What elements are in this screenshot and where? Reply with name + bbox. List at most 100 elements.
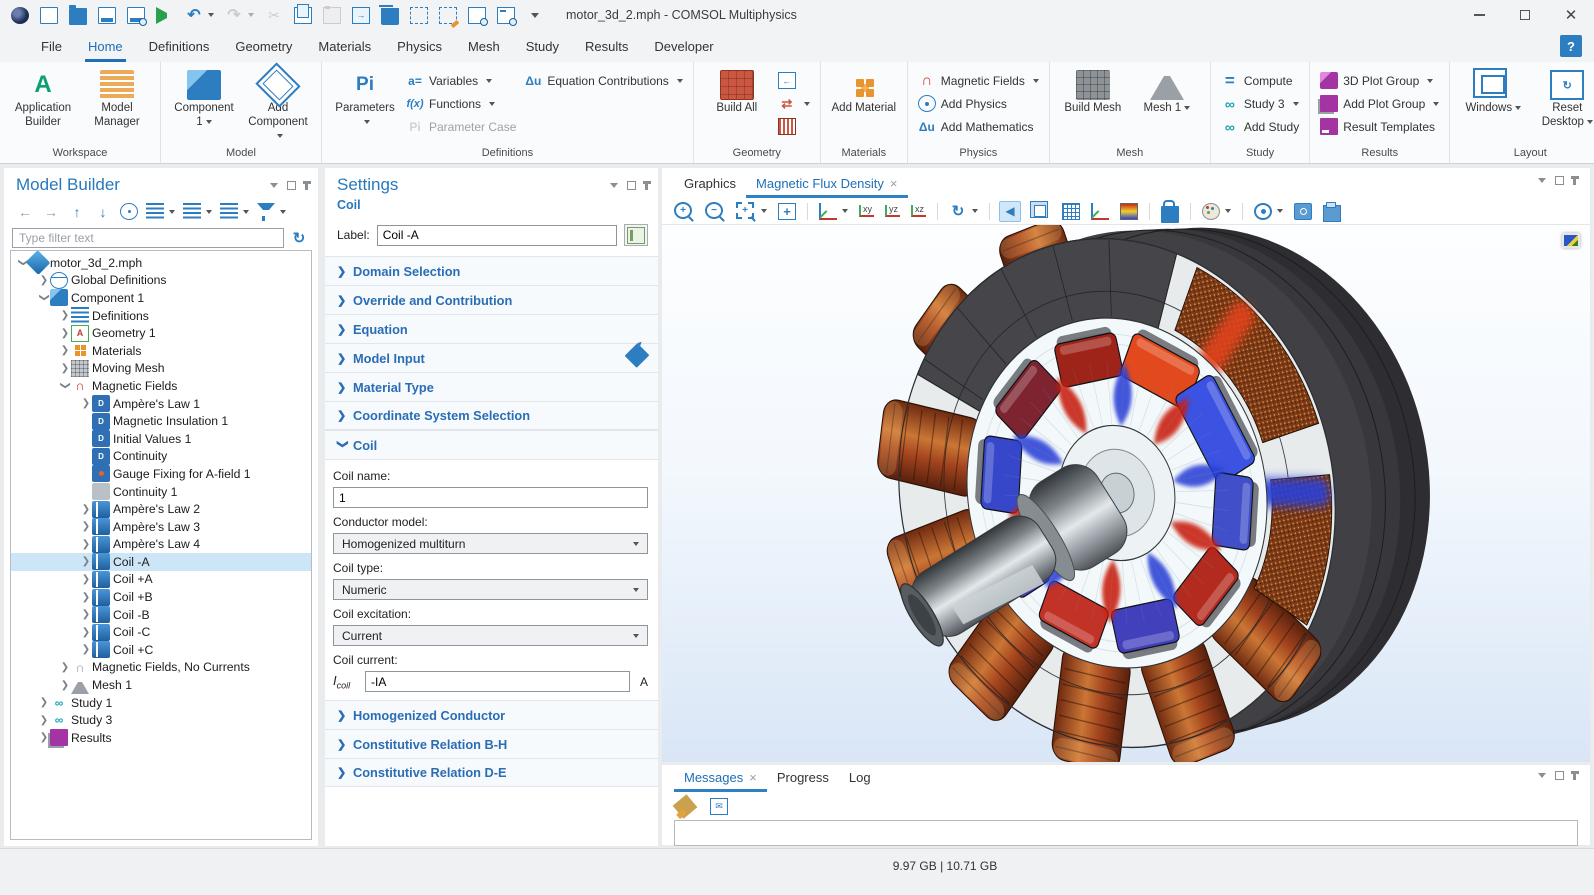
tab-progress[interactable]: Progress [767,763,839,792]
add-mathematics-button[interactable]: Add Mathematics [918,117,1039,136]
panel-float-icon[interactable] [287,181,296,190]
save-button[interactable] [97,4,117,26]
parameter-case-button[interactable]: Parameter Case [406,117,516,136]
study-3-button[interactable]: Study 3 [1221,94,1299,113]
tree-item-gauge-fixing-for-a-field-1[interactable]: Gauge Fixing for A-field 1 [11,465,311,483]
panel-float-icon[interactable] [627,181,636,190]
print-button[interactable] [1321,199,1343,224]
section-constitutive-relation-b-h[interactable]: ❯Constitutive Relation B-H [325,729,658,758]
tab-magnetic-flux-density[interactable]: Magnetic Flux Density× [746,169,907,198]
more-commands-button[interactable] [525,4,545,26]
grid-button[interactable] [1060,201,1082,222]
section-material-type[interactable]: ❯Material Type [325,372,658,401]
tree-item-coil-a[interactable]: ❯Coil +A [11,571,311,589]
duplicate-button[interactable] [351,4,371,26]
parameters-button[interactable]: Parameters [332,66,398,130]
filter-button[interactable] [257,203,286,220]
tree-item-geometry-1[interactable]: ❯Geometry 1 [11,324,311,342]
tree-chevron-icon[interactable]: ❯ [80,539,92,550]
tree-item-mesh-1[interactable]: ❯Mesh 1 [11,676,311,694]
rebuild-button[interactable] [778,94,810,113]
zoom-box-button[interactable] [734,202,769,221]
tree-item-magnetic-fields-no-currents[interactable]: ❯Magnetic Fields, No Currents [11,659,311,677]
tree-item-amp-re-s-law-2[interactable]: ❯Ampère's Law 2 [11,500,311,518]
add-material-button[interactable]: Add Material [831,66,897,116]
insert-sequence-button[interactable] [778,71,810,90]
section-domain-selection[interactable]: ❯Domain Selection [325,256,658,285]
tree-item-component-1[interactable]: ❯Component 1 [11,289,311,307]
3d-plot-group-button[interactable]: 3D Plot Group [1320,71,1439,90]
tree-item-continuity-1[interactable]: Continuity 1 [11,483,311,501]
nav-back-button[interactable] [16,203,34,220]
zoom-out-button[interactable] [703,202,727,221]
menu-developer[interactable]: Developer [641,30,726,62]
build-all-button[interactable]: Build All [704,66,770,116]
tree-item-moving-mesh[interactable]: ❯Moving Mesh [11,360,311,378]
menu-results[interactable]: Results [572,30,641,62]
section-homogenized-conductor[interactable]: ❯Homogenized Conductor [325,700,658,729]
new-file-button[interactable] [39,4,59,26]
panel-pin-icon[interactable] [305,181,308,190]
remove-details-button[interactable] [778,117,810,136]
application-builder-button[interactable]: Application Builder [10,66,76,130]
magnetic-fields-button[interactable]: Magnetic Fields [918,71,1039,90]
tree-item-coil-b[interactable]: ❯Coil -B [11,606,311,624]
tree-item-initial-values-1[interactable]: Initial Values 1 [11,430,311,448]
tree-item-amp-re-s-law-3[interactable]: ❯Ampère's Law 3 [11,518,311,536]
save-search-button[interactable] [126,4,146,26]
run-button[interactable] [155,4,175,26]
close-tab-icon[interactable]: × [890,176,898,191]
panel-menu-icon[interactable] [610,183,618,188]
minimize-button[interactable] [1456,0,1502,30]
view-yz-button[interactable]: yz [883,203,902,219]
view-xz-button[interactable]: xz [909,203,928,219]
tree-chevron-icon[interactable]: ❯ [38,275,50,286]
functions-button[interactable]: Functions [406,94,516,113]
tab-messages[interactable]: Messages× [674,763,767,792]
tree-item-coil-c[interactable]: ❯Coil -C [11,623,311,641]
compute-button[interactable]: Compute [1221,71,1299,90]
plot-thumbnail-icon[interactable] [1562,233,1580,248]
graphics-canvas[interactable] [662,225,1590,762]
menu-study[interactable]: Study [513,30,572,62]
variables-button[interactable]: Variables [406,71,516,90]
tree-chevron-icon[interactable]: ❯ [80,627,92,638]
coil-current-input[interactable] [365,671,630,692]
preview-button[interactable] [496,4,516,26]
add-component-button[interactable]: Add Component [245,66,311,143]
panel-pin-icon[interactable] [1573,771,1576,780]
snapshot-button[interactable] [1252,201,1285,222]
close-button[interactable]: ✕ [1548,0,1594,30]
menu-definitions[interactable]: Definitions [136,30,223,62]
scene-light-button[interactable] [999,201,1021,222]
rename-button[interactable] [624,224,648,246]
panel-menu-icon[interactable] [1538,178,1546,183]
tree-chevron-icon[interactable]: ❯ [38,732,50,743]
motor-3d-visualization[interactable] [662,225,1590,762]
tree-chevron-icon[interactable]: ❯ [80,592,92,603]
coil-type-select[interactable]: Numeric [333,579,648,600]
expand-all-button[interactable] [183,203,212,220]
panel-pin-icon[interactable] [645,181,648,190]
menu-geometry[interactable]: Geometry [222,30,305,62]
tree-chevron-icon[interactable]: ❯ [59,328,71,339]
tab-log[interactable]: Log [839,763,881,792]
tree-filter-input[interactable] [12,228,284,248]
tree-item-study-3[interactable]: ❯Study 3 [11,711,311,729]
color-legend-button[interactable] [1118,201,1140,222]
tree-chevron-icon[interactable]: ❯ [39,292,50,304]
view-3d-button[interactable] [817,201,850,222]
coil-excitation-select[interactable]: Current [333,625,648,646]
add-study-button[interactable]: Add Study [1221,117,1299,136]
tree-chevron-icon[interactable]: ❯ [80,556,92,567]
label-input[interactable] [377,225,617,246]
windows-button[interactable]: Windows [1460,66,1526,116]
zoom-extents-button[interactable] [776,201,798,222]
tree-item-magnetic-insulation-1[interactable]: Magnetic Insulation 1 [11,412,311,430]
rotate-view-button[interactable] [947,201,980,222]
tree-chevron-icon[interactable]: ❯ [59,662,71,673]
open-in-window-button[interactable] [708,796,730,817]
delete-button[interactable] [380,4,400,26]
move-down-button[interactable] [94,203,112,220]
tree-item-coil-a[interactable]: ❯Coil -A [11,553,311,571]
